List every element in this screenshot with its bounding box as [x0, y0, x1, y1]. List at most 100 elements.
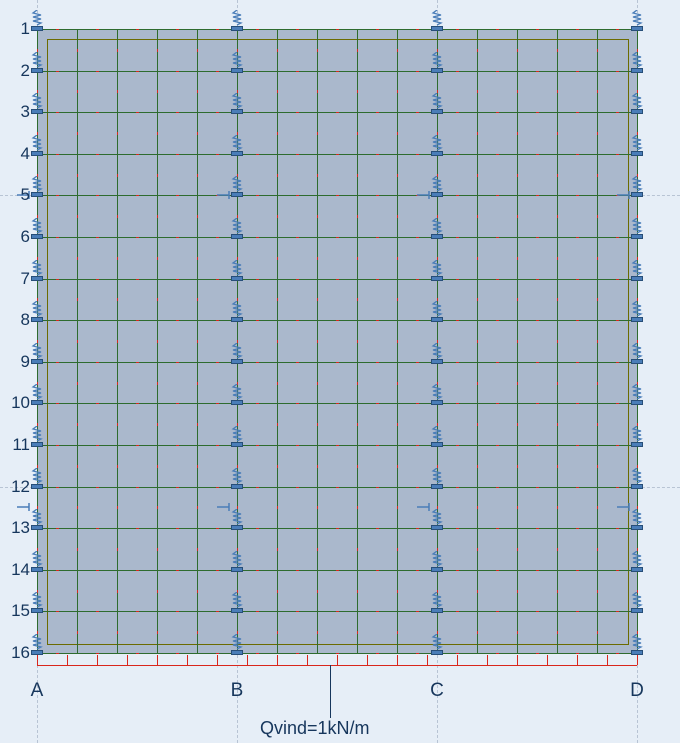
node-tick [96, 237, 99, 238]
node-tick [397, 90, 398, 93]
node-tick [216, 528, 219, 529]
load-tick [487, 655, 488, 665]
node-tick [256, 403, 259, 404]
node-tick [336, 445, 339, 446]
node-tick [477, 548, 478, 551]
node-tick [397, 423, 398, 426]
node-tick [216, 403, 219, 404]
node-tick [216, 279, 219, 280]
node-tick [117, 257, 118, 260]
node-tick [157, 548, 158, 551]
node-tick [256, 487, 259, 488]
node-tick [357, 631, 358, 634]
release-icon [217, 189, 235, 201]
node-tick [496, 29, 499, 30]
support-base [231, 525, 243, 530]
node-tick [96, 279, 99, 280]
node-tick [597, 49, 598, 52]
node-tick [477, 215, 478, 218]
support-base [31, 109, 43, 114]
node-tick [496, 279, 499, 280]
node-tick [176, 653, 179, 654]
node-tick [336, 71, 339, 72]
node-tick [496, 570, 499, 571]
node-tick [637, 215, 638, 218]
node-tick [136, 487, 139, 488]
node-tick [277, 90, 278, 93]
node-tick [517, 631, 518, 634]
node-tick [517, 548, 518, 551]
node-tick [477, 174, 478, 177]
node-tick [56, 611, 59, 612]
node-tick [576, 195, 579, 196]
node-tick [416, 279, 419, 280]
node-tick [317, 340, 318, 343]
node-tick [517, 257, 518, 260]
row-label: 6 [6, 227, 30, 247]
node-tick [317, 49, 318, 52]
node-tick [96, 29, 99, 30]
support-base [431, 567, 443, 572]
node-tick [496, 403, 499, 404]
node-tick [216, 29, 219, 30]
node-tick [557, 298, 558, 301]
node-tick [397, 548, 398, 551]
node-tick [37, 257, 38, 260]
node-tick [536, 611, 539, 612]
node-tick [157, 215, 158, 218]
node-tick [157, 174, 158, 177]
node-tick [197, 49, 198, 52]
node-tick [437, 174, 438, 177]
load-tick [547, 655, 548, 665]
support-base [31, 317, 43, 322]
node-tick [477, 382, 478, 385]
node-tick [616, 29, 619, 30]
row-label: 14 [6, 560, 30, 580]
support-base [631, 525, 643, 530]
node-tick [117, 174, 118, 177]
node-tick [616, 445, 619, 446]
node-tick [216, 71, 219, 72]
node-tick [477, 423, 478, 426]
node-tick [376, 237, 379, 238]
node-tick [416, 320, 419, 321]
node-tick [56, 195, 59, 196]
node-tick [117, 132, 118, 135]
node-tick [176, 362, 179, 363]
node-tick [536, 653, 539, 654]
support-base [231, 26, 243, 31]
node-tick [437, 590, 438, 593]
node-tick [237, 298, 238, 301]
node-tick [597, 548, 598, 551]
node-tick [456, 403, 459, 404]
node-tick [357, 215, 358, 218]
node-tick [136, 570, 139, 571]
node-tick [197, 382, 198, 385]
node-tick [117, 340, 118, 343]
node-tick [37, 590, 38, 593]
node-tick [37, 340, 38, 343]
node-tick [37, 423, 38, 426]
node-tick [176, 611, 179, 612]
node-tick [456, 570, 459, 571]
node-tick [416, 611, 419, 612]
node-tick [176, 445, 179, 446]
node-tick [136, 445, 139, 446]
node-tick [456, 362, 459, 363]
node-tick [576, 320, 579, 321]
load-tick [517, 655, 518, 665]
node-tick [176, 154, 179, 155]
support-base [631, 276, 643, 281]
support-base [31, 359, 43, 364]
node-tick [416, 29, 419, 30]
node-tick [397, 631, 398, 634]
node-tick [77, 215, 78, 218]
node-tick [197, 548, 198, 551]
support-base [431, 484, 443, 489]
node-tick [77, 423, 78, 426]
node-tick [576, 528, 579, 529]
node-tick [296, 71, 299, 72]
node-tick [397, 298, 398, 301]
node-tick [176, 403, 179, 404]
node-tick [317, 506, 318, 509]
